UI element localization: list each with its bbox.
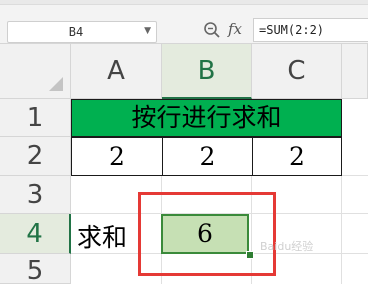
formula-text: =SUM(2:2) [259,23,325,37]
chevron-down-icon[interactable]: ▼ [144,26,151,36]
column-header-b[interactable]: B [162,44,252,99]
formula-input[interactable]: =SUM(2:2) [253,18,368,42]
function-fx-icon[interactable]: fx [228,20,242,38]
row-header-1[interactable]: 1 [0,99,71,137]
highlight-annotation-box [138,192,276,276]
row-header-5[interactable]: 5 [0,254,71,286]
column-header-d-partial[interactable] [342,44,368,99]
cell-c2[interactable]: 2 [252,137,342,176]
row-header-4[interactable]: 4 [0,214,71,254]
row-header-3[interactable]: 3 [0,176,71,214]
cell-a4-sum-label[interactable]: 求和 [77,218,127,254]
column-header-c[interactable]: C [252,44,342,99]
cell-a2[interactable]: 2 [71,137,163,176]
column-header-a[interactable]: A [71,44,162,99]
ribbon-edge [0,0,368,5]
formula-toolbar: B4 ▼ fx =SUM(2:2) [0,0,368,44]
zoom-search-icon[interactable] [203,21,221,39]
name-box[interactable]: B4 ▼ [7,21,157,43]
cell-b2[interactable]: 2 [162,137,253,176]
watermark: Baidu经验 [260,240,314,253]
name-box-value: B4 [68,25,84,39]
cell-a1-title[interactable]: 按行进行求和 [71,99,342,137]
row-header-2[interactable]: 2 [0,137,71,176]
select-all-triangle-icon [49,77,63,91]
select-all-corner[interactable] [0,44,71,99]
